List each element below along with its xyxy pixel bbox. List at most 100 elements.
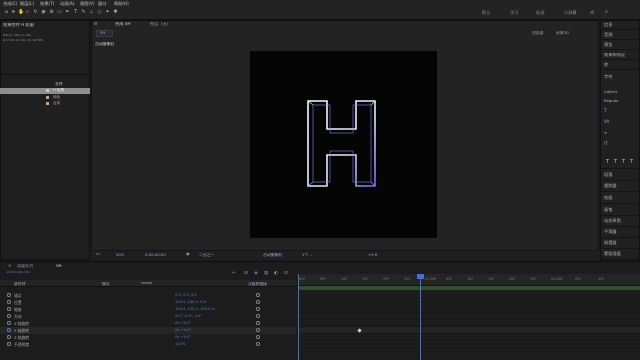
property-value[interactable]: 0.0, 0.0, 0.0 xyxy=(175,293,197,298)
stopwatch-icon[interactable] xyxy=(7,307,11,311)
faux-bold-icon[interactable]: T xyxy=(606,160,609,165)
camera-view-dropdown[interactable]: 活动摄像机 xyxy=(263,253,282,257)
effect-controls-tab[interactable]: 效果控件 H 轮廓 xyxy=(3,23,83,27)
always-preview-icon[interactable]: ▭ xyxy=(96,252,100,256)
keyframe-track[interactable] xyxy=(298,327,640,334)
property-row[interactable]: X 轴旋转 0x +0.0° xyxy=(0,320,296,327)
property-value[interactable]: 0.0°, 0.0°, 0.0° xyxy=(175,314,202,319)
stamp-tool-icon[interactable]: ⊥ xyxy=(89,10,94,16)
property-value[interactable]: 0x +0.0° xyxy=(175,335,191,340)
menu-window[interactable]: 窗口 xyxy=(98,1,106,6)
stopwatch-icon[interactable] xyxy=(7,300,11,304)
libraries-panel-tab[interactable]: 库 xyxy=(604,62,608,67)
font-size-icon[interactable]: T xyxy=(604,109,606,113)
menu-effect[interactable]: 效果(T) xyxy=(40,1,54,6)
type-tool-icon[interactable]: T xyxy=(73,10,78,16)
comp-breadcrumb[interactable]: SH xyxy=(100,31,105,35)
timeline-close-icon[interactable]: × xyxy=(8,264,11,268)
tracking-icon[interactable]: VA xyxy=(604,120,609,124)
audio-panel-tab[interactable]: 音频 xyxy=(604,32,612,37)
stopwatch-icon[interactable] xyxy=(7,335,11,339)
draft-3d-icon[interactable]: ◐ xyxy=(274,271,278,277)
column-mode[interactable]: 模式 xyxy=(102,282,110,286)
roto-tool-icon[interactable]: ✦ xyxy=(105,10,110,16)
column-trkmat[interactable]: TrkMat xyxy=(140,282,152,286)
workspace-library[interactable]: 库 xyxy=(590,10,594,15)
info-panel-tab[interactable]: 信息 xyxy=(604,22,612,27)
playhead-line[interactable] xyxy=(420,274,421,360)
property-row[interactable]: 方向 0.0°, 0.0°, 0.0° xyxy=(0,313,296,320)
search-help-icon[interactable]: ⌕ xyxy=(604,10,609,16)
keyframe-track[interactable] xyxy=(298,292,640,299)
workspace-default[interactable]: 默认 xyxy=(482,10,490,15)
menu-layer[interactable]: 图层(L) xyxy=(20,1,34,6)
workspace-standard[interactable]: 标准 xyxy=(536,10,544,15)
mask-interpolation-panel-tab[interactable]: 蒙版插值 xyxy=(604,251,621,256)
graph-editor-icon[interactable]: ▤ xyxy=(264,271,268,277)
parent-pickwhip-icon[interactable] xyxy=(256,307,260,311)
menu-composition[interactable]: 合成(C) xyxy=(3,1,18,6)
property-row[interactable]: Z 轴旋转 0x +0.0° xyxy=(0,334,296,341)
column-parent-link[interactable]: 父级和链接 xyxy=(248,282,267,286)
property-row[interactable]: 不透明度 100% xyxy=(0,341,296,348)
keyframe-track[interactable] xyxy=(298,313,640,320)
view-layout-dropdown[interactable]: 1个… xyxy=(302,253,312,257)
pen-tool-icon[interactable]: ✒ xyxy=(65,10,70,16)
property-row[interactable]: 位置 320.0, 180.0, 0.0 xyxy=(0,299,296,306)
property-row[interactable]: Y 轴旋转 0x +0.0° xyxy=(0,327,296,334)
property-value[interactable]: 100% xyxy=(175,342,185,347)
all-caps-icon[interactable]: T xyxy=(622,160,625,165)
render-queue-tab[interactable]: 渲染队列 xyxy=(17,264,33,268)
zoom-tool-icon[interactable]: ⌕ xyxy=(25,10,30,16)
character-panel-tab[interactable]: 字符 xyxy=(604,74,612,79)
stroke-width-icon[interactable]: ≡ xyxy=(604,131,607,135)
layer-tab[interactable]: 图层（无） xyxy=(150,22,171,26)
keyframe-track[interactable] xyxy=(298,306,640,313)
stopwatch-icon[interactable] xyxy=(7,314,11,318)
timeline-current-time[interactable]: 0:00:00:00 xyxy=(6,271,30,275)
keyframe-track[interactable] xyxy=(298,299,640,306)
eraser-tool-icon[interactable]: ◇ xyxy=(97,10,102,16)
wiggler-panel-tab[interactable]: 摇摆器 xyxy=(604,240,617,245)
workspace-learn[interactable]: 学习 xyxy=(510,10,518,15)
motion-blur-icon[interactable]: ◉ xyxy=(254,271,258,277)
paragraph-panel-tab[interactable]: 段落 xyxy=(604,172,612,177)
rectangle-tool-icon[interactable]: ▭ xyxy=(57,10,62,16)
work-area-start-marker[interactable] xyxy=(298,274,299,360)
property-row[interactable]: 锚点 0.0, 0.0, 0.0 xyxy=(0,292,296,299)
snapshot-camera-icon[interactable]: ◉ xyxy=(186,252,190,256)
parent-pickwhip-icon[interactable] xyxy=(256,342,260,346)
shy-layers-icon[interactable]: ✂ xyxy=(232,271,236,277)
faux-italic-icon[interactable]: T xyxy=(614,160,617,165)
hand-tool-icon[interactable]: ✋ xyxy=(18,10,24,16)
workspace-small-screen[interactable]: 小屏幕 xyxy=(564,10,577,15)
font-family-field[interactable]: Gallery xyxy=(604,90,638,94)
stopwatch-icon[interactable] xyxy=(7,293,11,297)
zoom-dropdown[interactable]: 50% xyxy=(116,253,124,257)
playhead-handle[interactable] xyxy=(417,274,424,279)
brush-tool-icon[interactable]: ✎ xyxy=(81,10,86,16)
parent-pickwhip-icon[interactable] xyxy=(256,300,260,304)
property-value[interactable]: 320.0, 180.0, 0.0 xyxy=(175,300,206,305)
property-value[interactable]: 0x +0.0° xyxy=(175,328,191,333)
parent-pickwhip-icon[interactable] xyxy=(256,328,260,332)
brushes-panel-tab[interactable]: 画笔 xyxy=(604,207,612,212)
comp-timeline-tab[interactable]: SH xyxy=(56,264,62,268)
parent-pickwhip-icon[interactable] xyxy=(256,335,260,339)
keyframe-track[interactable] xyxy=(298,341,640,348)
puppet-tool-icon[interactable]: ✱ xyxy=(113,10,118,16)
menu-animation[interactable]: 动画(A) xyxy=(60,1,75,6)
rotate-tool-icon[interactable]: ↻ xyxy=(33,10,38,16)
project-item[interactable]: H 轮廓 xyxy=(0,88,90,94)
property-value[interactable]: 0x +0.0° xyxy=(175,321,191,326)
vertical-scale-icon[interactable]: IT xyxy=(604,142,608,146)
effects-presets-panel-tab[interactable]: 效果和预设 xyxy=(604,53,638,57)
renderer-value[interactable]: 经典3D xyxy=(556,31,569,35)
stopwatch-icon[interactable] xyxy=(7,321,11,325)
menu-help[interactable]: 帮助(H) xyxy=(114,1,129,6)
resolution-dropdown[interactable]: 二分之一 xyxy=(199,253,214,257)
stopwatch-icon[interactable] xyxy=(7,328,11,332)
work-area-bar[interactable] xyxy=(298,286,640,290)
frame-blending-icon[interactable]: ⊟ xyxy=(244,271,248,277)
selection-tool-icon[interactable]: ➤ xyxy=(11,10,16,16)
